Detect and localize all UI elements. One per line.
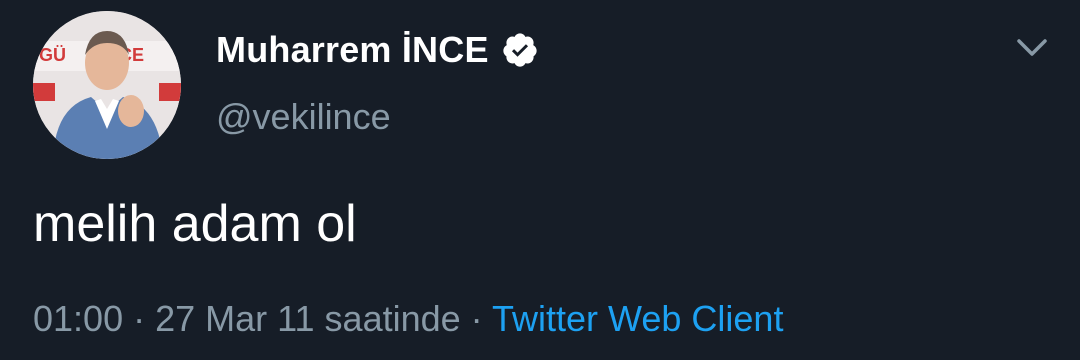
chevron-down-icon[interactable] [1014, 32, 1050, 62]
tweet-source-link[interactable]: Twitter Web Client [492, 298, 783, 339]
avatar-banner-text: GÜ [39, 45, 66, 65]
tweet-card: GÜ CE Muharrem İNCE @vekilince melih ada… [0, 0, 1080, 360]
tweet-time[interactable]: 01:00 [33, 298, 123, 339]
author-name-row[interactable]: Muharrem İNCE [216, 28, 539, 72]
avatar[interactable]: GÜ CE [33, 11, 181, 159]
tweet-meta: 01:00 · 27 Mar 11 saatinde · Twitter Web… [33, 298, 783, 340]
verified-badge-icon [503, 33, 537, 67]
meta-separator: · [133, 298, 146, 339]
avatar-image: GÜ CE [33, 11, 181, 159]
meta-separator: · [470, 298, 483, 339]
author-handle[interactable]: @vekilince [216, 96, 391, 138]
author-display-name[interactable]: Muharrem İNCE [216, 29, 489, 71]
tweet-text: melih adam ol [33, 195, 357, 253]
tweet-date[interactable]: 27 Mar 11 saatinde [155, 298, 461, 339]
